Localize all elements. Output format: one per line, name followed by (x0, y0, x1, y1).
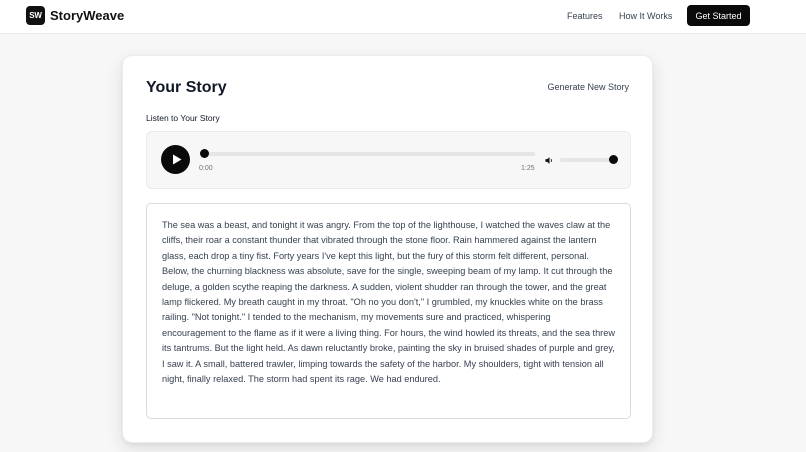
page-title: Your Story (146, 79, 227, 96)
nav-link-features[interactable]: Features (567, 11, 603, 21)
story-text-box: The sea was a beast, and tonight it was … (146, 203, 631, 419)
volume-fill (560, 158, 613, 162)
volume-icon[interactable] (545, 156, 554, 165)
volume-slider[interactable] (560, 155, 618, 164)
play-icon (172, 154, 181, 165)
brand-name[interactable]: StoryWeave (50, 8, 124, 23)
top-navbar: SW StoryWeave Features How It Works Get … (0, 0, 806, 34)
story-text: The sea was a beast, and tonight it was … (162, 220, 615, 385)
progress-slider[interactable] (200, 149, 535, 158)
story-card: Your Story Generate New Story Listen to … (122, 55, 653, 443)
logo-icon[interactable]: SW (26, 6, 45, 25)
nav-link-how-it-works[interactable]: How It Works (619, 11, 672, 21)
get-started-button[interactable]: Get Started (687, 5, 750, 26)
volume-thumb[interactable] (609, 155, 618, 164)
duration-time: 1:25 (521, 165, 535, 172)
audio-player: 0:00 1:25 (146, 131, 631, 189)
current-time: 0:00 (199, 165, 213, 172)
progress-thumb[interactable] (200, 149, 209, 158)
generate-new-story-button[interactable]: Generate New Story (547, 82, 629, 92)
play-button[interactable] (161, 145, 190, 174)
listen-label: Listen to Your Story (146, 113, 220, 123)
